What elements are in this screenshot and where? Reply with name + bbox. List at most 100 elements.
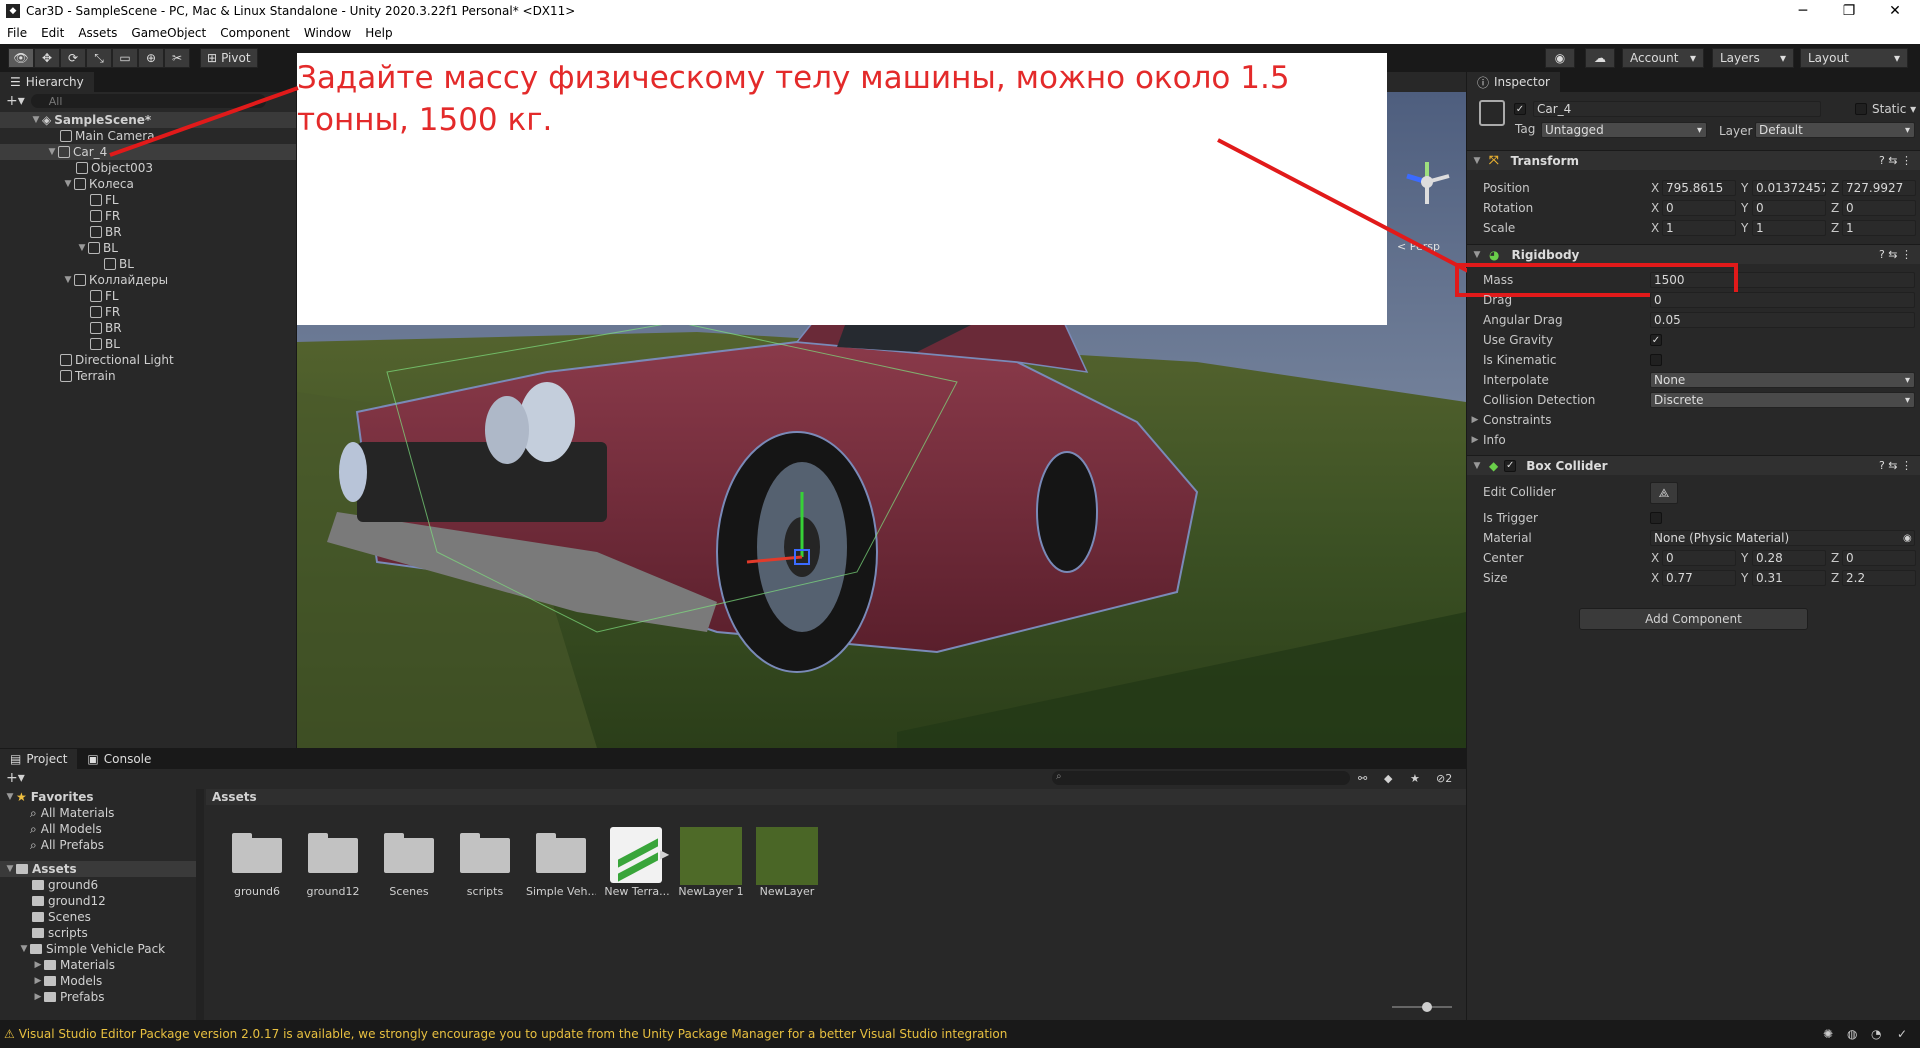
expand-play-icon[interactable]: ▶ <box>660 847 669 861</box>
size-z-field[interactable]: 2.2 <box>1842 570 1916 586</box>
interpolate-label: Interpolate <box>1483 373 1549 387</box>
list-item[interactable]: ▶ Models <box>0 973 196 989</box>
item-label: scripts <box>48 926 88 940</box>
list-item[interactable]: ▼ Simple Vehicle Pack <box>0 941 196 957</box>
folder-icon <box>536 833 586 873</box>
status-message[interactable]: Visual Studio Editor Package version 2.0… <box>19 1027 1008 1041</box>
rotation-z-field[interactable]: 0 <box>1842 200 1916 216</box>
material-field[interactable]: None (Physic Material) <box>1650 530 1915 546</box>
object-picker-icon[interactable]: ◉ <box>1903 533 1912 544</box>
box-collider-header[interactable]: ▼ ◆ ✓ Box Collider ? ⇆ ⋮ <box>1467 455 1920 475</box>
list-item[interactable]: scripts <box>0 925 196 941</box>
angular-drag-row: Angular Drag 0.05 <box>1467 312 1920 328</box>
y-axis-label: Y <box>1741 181 1749 195</box>
rotation-y-field[interactable]: 0 <box>1752 200 1826 216</box>
edit-collider-button[interactable]: ⟁ <box>1650 482 1678 504</box>
scale-x-field[interactable]: 1 <box>1662 220 1736 236</box>
filter-label-icon[interactable]: ◆ <box>1384 772 1392 785</box>
scale-label: Scale <box>1483 221 1516 235</box>
list-item[interactable]: ground6 <box>0 877 196 893</box>
center-z-field[interactable]: 0 <box>1842 550 1916 566</box>
search-icon: ⌕ <box>30 837 37 852</box>
folder-icon <box>32 912 44 922</box>
collision-detection-dropdown[interactable]: Discrete <box>1650 392 1915 408</box>
constraints-label: Constraints <box>1483 413 1552 427</box>
transform-title: Transform <box>1510 153 1580 168</box>
constraints-row[interactable]: ▶ Constraints <box>1467 412 1920 428</box>
center-y-field[interactable]: 0.28 <box>1752 550 1826 566</box>
favorite-star-icon[interactable]: ★ <box>1410 772 1420 785</box>
slider-thumb[interactable] <box>1422 1002 1432 1012</box>
inspector-panel: ⓘ Inspector ✓ Car_4 Static ▾ Tag Untagged… <box>1455 72 1920 1020</box>
item-label: Scenes <box>48 910 91 924</box>
transform-header[interactable]: ▼ ⤧ Transform ? ⇆ ⋮ <box>1467 150 1920 170</box>
item-label: All Materials <box>40 806 115 820</box>
breadcrumb-assets[interactable]: Assets <box>212 790 257 804</box>
asset-label: NewLayer <box>759 885 815 898</box>
use-gravity-checkbox[interactable]: ✓ <box>1650 334 1662 346</box>
tag-label: Tag <box>1515 122 1536 136</box>
component-menu-icon[interactable]: ? ⇆ ⋮ <box>1879 459 1912 472</box>
icon-size-slider[interactable] <box>1392 1002 1452 1012</box>
list-item[interactable]: ⌕ All Materials <box>0 805 196 821</box>
project-panel: ▤ Project ▣ Console +▾ ⌕ ⚯ ◆ ★ ⊘2 ▼ ★ Favori… <box>0 749 1466 1020</box>
size-label: Size <box>1483 571 1508 585</box>
favorites-row[interactable]: ▼ ★ Favorites <box>0 789 196 805</box>
is-trigger-checkbox[interactable] <box>1650 512 1662 524</box>
angular-drag-field[interactable]: 0.05 <box>1650 312 1915 328</box>
component-menu-icon[interactable]: ? ⇆ ⋮ <box>1879 248 1912 261</box>
filter-type-icon[interactable]: ⚯ <box>1358 772 1367 785</box>
interpolate-dropdown[interactable]: None <box>1650 372 1915 388</box>
position-z-field[interactable]: 727.9927 <box>1842 180 1916 196</box>
list-item[interactable]: ground12 <box>0 893 196 909</box>
center-x-field[interactable]: 0 <box>1662 550 1736 566</box>
list-item[interactable]: Scenes <box>0 909 196 925</box>
y-axis-label: Y <box>1741 571 1749 585</box>
tab-console[interactable]: ▣ Console <box>77 749 162 769</box>
asset-label: ground12 <box>306 885 360 898</box>
list-item[interactable]: ▶ Materials <box>0 957 196 973</box>
field-value: 0 <box>1846 201 1854 215</box>
tree-scrollbar[interactable] <box>196 789 204 1020</box>
rotation-x-field[interactable]: 0 <box>1662 200 1736 216</box>
layer-label: Layer <box>1719 124 1753 138</box>
tag-dropdown[interactable]: Untagged <box>1541 122 1707 138</box>
list-item[interactable]: ⌕ All Prefabs <box>0 837 196 853</box>
assets-row[interactable]: ▼ Assets <box>0 861 196 877</box>
add-component-button[interactable]: Add Component <box>1579 608 1808 630</box>
project-tab-label: Project <box>26 752 68 766</box>
project-search-input[interactable]: ⌕ <box>1052 771 1350 785</box>
position-label: Position <box>1483 181 1530 195</box>
scale-y-field[interactable]: 1 <box>1752 220 1826 236</box>
layer-dropdown[interactable]: Default <box>1755 122 1915 138</box>
position-x-field[interactable]: 795.8615 <box>1662 180 1736 196</box>
static-label[interactable]: Static ▾ <box>1872 102 1916 116</box>
drag-field[interactable]: 0 <box>1650 292 1915 308</box>
active-checkbox[interactable]: ✓ <box>1514 103 1526 115</box>
asset-label: Simple Veh... <box>526 885 596 898</box>
position-y-field[interactable]: 0.01372457 <box>1752 180 1826 196</box>
create-asset-button[interactable]: +▾ <box>6 770 25 786</box>
debug-icon[interactable]: ✺ <box>1823 1027 1833 1041</box>
progress-icon[interactable]: ◔ <box>1871 1027 1881 1041</box>
rigidbody-header[interactable]: ▼ ◕ Rigidbody ? ⇆ ⋮ <box>1467 244 1920 264</box>
component-menu-icon[interactable]: ? ⇆ ⋮ <box>1879 154 1912 167</box>
expand-arrow-icon: ▼ <box>20 944 28 954</box>
hidden-packages-icon[interactable]: ⊘2 <box>1436 772 1452 785</box>
tab-inspector[interactable]: ⓘ Inspector <box>1467 72 1560 92</box>
scale-z-field[interactable]: 1 <box>1842 220 1916 236</box>
info-icon: ⓘ <box>1477 75 1490 90</box>
is-kinematic-checkbox[interactable] <box>1650 354 1662 366</box>
lighting-icon[interactable]: ✓ <box>1897 1027 1907 1041</box>
info-row[interactable]: ▶ Info <box>1467 432 1920 448</box>
cache-icon[interactable]: ◍ <box>1847 1027 1857 1041</box>
static-checkbox[interactable] <box>1855 103 1867 115</box>
box-collider-enabled-checkbox[interactable]: ✓ <box>1504 459 1517 472</box>
size-y-field[interactable]: 0.31 <box>1752 570 1826 586</box>
tab-project[interactable]: ▤ Project <box>0 749 78 769</box>
list-item[interactable]: ⌕ All Models <box>0 821 196 837</box>
field-value: 0.77 <box>1666 571 1693 585</box>
object-name-field[interactable]: Car_4 <box>1533 101 1821 117</box>
size-x-field[interactable]: 0.77 <box>1662 570 1736 586</box>
list-item[interactable]: ▶ Prefabs <box>0 989 196 1005</box>
